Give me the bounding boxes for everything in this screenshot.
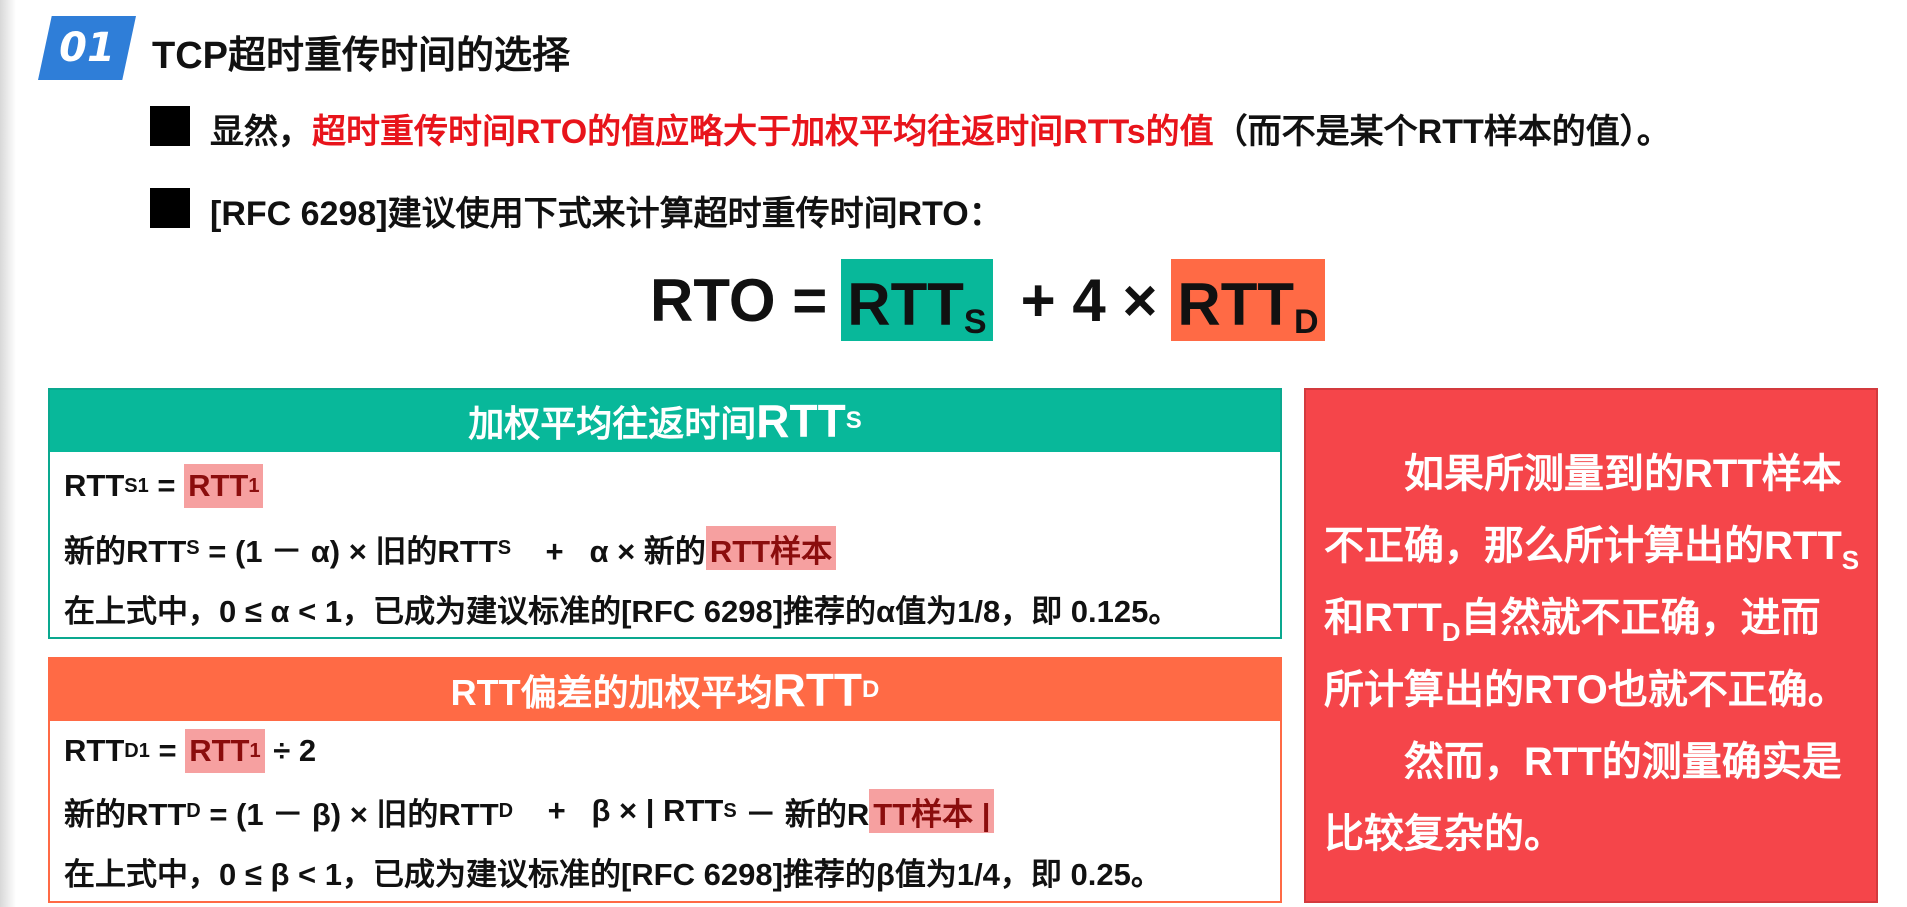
bullet-square-icon bbox=[150, 106, 190, 146]
rtts-row1-eq: = bbox=[148, 468, 185, 503]
formula-rttd-box: RTT D bbox=[1171, 259, 1325, 341]
rtts-title-sub: S bbox=[845, 407, 862, 434]
note-p1-sub2: D bbox=[1441, 617, 1461, 647]
note-paragraph-1: 如果所测量到的RTT样本不正确，那么所计算出的RTTS和RTTD自然就不正确，进… bbox=[1324, 438, 1860, 726]
bullet1-suffix: （而不是某个RTT样本的值）。 bbox=[1213, 113, 1671, 151]
slide-edge-shadow bbox=[0, 0, 16, 907]
rtts-row2-c: + α × 新的 bbox=[511, 533, 706, 569]
formula-rtts-box: RTT S bbox=[841, 259, 993, 341]
rttd-row-2: 新的RTT D = (1 － β) × 旧的RTT D + β × | RTT S －… bbox=[64, 789, 995, 833]
rttd-row2-b-sub: D bbox=[498, 799, 514, 822]
rtts-row2-a: 新的RTT bbox=[64, 533, 187, 569]
rttd-row2-highlight: TT样本 | bbox=[869, 789, 995, 833]
rttd-row2-d: － 新的R bbox=[736, 796, 870, 832]
page-title: TCP超时重传时间的选择 bbox=[152, 35, 571, 77]
rttd-row1-highlight: RTT 1 bbox=[185, 729, 265, 773]
rto-formula: RTO = RTT S + 4 × RTT D bbox=[650, 258, 1325, 342]
rttd-row2-c-sub: S bbox=[723, 799, 737, 822]
rttd-title-text: RTT偏差的加权平均 bbox=[450, 672, 773, 713]
formula-term2-sub: D bbox=[1294, 303, 1319, 341]
rtts-row-3: 在上式中，0 ≤ α < 1，已成为建议标准的[RFC 6298]推荐的α值为1… bbox=[64, 593, 1180, 629]
formula-term1-sub: S bbox=[963, 303, 987, 341]
note-p1-b: 和RTT bbox=[1324, 596, 1442, 640]
note-paragraph-2: 然而，RTT的测量确实是比较复杂的。 bbox=[1324, 740, 1842, 856]
rttd-title-sub: D bbox=[862, 676, 880, 703]
rtts-row1-a: RTT bbox=[64, 468, 125, 503]
rttd-row1-a-sub: D1 bbox=[124, 739, 150, 762]
formula-term1: RTT bbox=[847, 271, 964, 338]
rttd-row1-hl-text: RTT bbox=[189, 733, 250, 768]
rtts-title-big: RTT bbox=[756, 395, 846, 447]
rtts-row2-b-sub: S bbox=[497, 536, 512, 559]
bullet1-prefix: 显然， bbox=[210, 113, 312, 151]
rtts-panel: 加权平均往返时间 RTT S RTT S1 = RTT 1 新的RTT S = (1 － … bbox=[48, 388, 1282, 639]
rttd-row1-hl-sub: 1 bbox=[249, 739, 261, 762]
rtts-row1-hl-sub: 1 bbox=[248, 474, 260, 497]
rttd-row1-eq: = bbox=[149, 733, 186, 768]
rtts-title-text: 加权平均往返时间 bbox=[468, 403, 757, 444]
rtts-row1-highlight: RTT 1 bbox=[184, 464, 264, 508]
warning-note-box: 如果所测量到的RTT样本不正确，那么所计算出的RTTS和RTTD自然就不正确，进… bbox=[1304, 388, 1878, 903]
rtts-row-2: 新的RTT S = (1 － α) × 旧的RTT S + α × 新的 RTT样本 bbox=[64, 526, 837, 570]
rttd-panel: RTT偏差的加权平均 RTT D RTT D1 = RTT 1 ÷ 2 新的RTT D =… bbox=[48, 657, 1282, 903]
rtts-row1-hl-text: RTT bbox=[188, 468, 249, 503]
rtts-row2-highlight: RTT样本 bbox=[705, 526, 837, 570]
rttd-row1-tail: ÷ 2 bbox=[264, 733, 317, 768]
bullet-square-icon bbox=[150, 188, 190, 228]
rtts-row2-a-sub: S bbox=[186, 536, 200, 559]
section-number-badge: 01 bbox=[38, 16, 136, 80]
bullet1-highlight: 超时重传时间RTO的值应略大于加权平均往返时间RTTs的值 bbox=[312, 113, 1214, 151]
formula-mid: + 4 × bbox=[1020, 266, 1158, 334]
rttd-title-big: RTT bbox=[772, 664, 863, 716]
rtts-row1-a-sub: S1 bbox=[124, 474, 149, 497]
rttd-row-3: 在上式中，0 ≤ β < 1，已成为建议标准的[RFC 6298]推荐的β值为1… bbox=[64, 856, 1162, 892]
rttd-row2-c: + β × | RTT bbox=[513, 793, 724, 828]
note-p1-sub1: S bbox=[1841, 545, 1860, 575]
rtts-panel-title: 加权平均往返时间 RTT S bbox=[50, 390, 1280, 452]
rttd-row1-a: RTT bbox=[64, 733, 125, 768]
formula-lhs: RTO = bbox=[650, 266, 828, 334]
rttd-row2-b: = (1 － β) × 旧的RTT bbox=[200, 796, 499, 832]
rttd-row2-a: 新的RTT bbox=[64, 796, 187, 832]
bullet-line-2: [RFC 6298]建议使用下式来计算超时重传时间RTO： bbox=[210, 195, 1003, 233]
section-number: 01 bbox=[59, 25, 115, 71]
rttd-row-1: RTT D1 = RTT 1 ÷ 2 bbox=[64, 729, 316, 773]
rtts-row-1: RTT S1 = RTT 1 bbox=[64, 464, 264, 508]
bullet-line-1: 显然，超时重传时间RTO的值应略大于加权平均往返时间RTTs的值（而不是某个RT… bbox=[210, 104, 1671, 153]
rtts-row2-b: = (1 － α) × 旧的RTT bbox=[199, 533, 498, 569]
formula-term2: RTT bbox=[1177, 271, 1295, 338]
rttd-row2-a-sub: D bbox=[186, 799, 201, 822]
note-p1-a: 如果所测量到的RTT样本不正确，那么所计算出的RTT bbox=[1324, 452, 1842, 568]
rttd-panel-title: RTT偏差的加权平均 RTT D bbox=[50, 659, 1280, 721]
